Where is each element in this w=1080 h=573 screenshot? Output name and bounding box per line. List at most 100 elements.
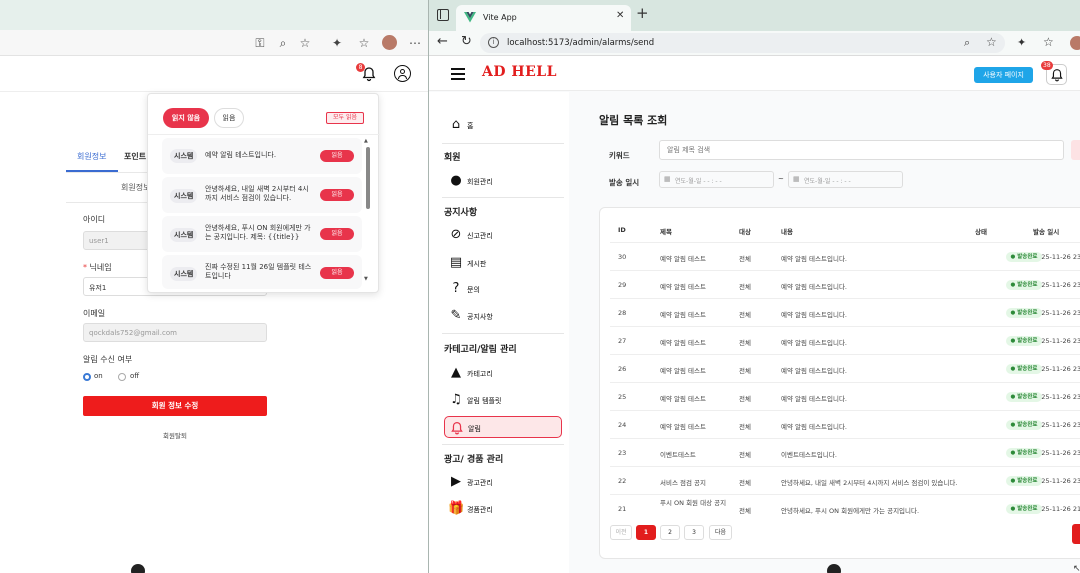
reload-icon[interactable]: ↻	[461, 34, 472, 49]
update-member-button[interactable]: 회원 정보 수정	[83, 396, 267, 416]
cell-title: 예약 알림 테스트	[660, 255, 706, 263]
prev-page-button[interactable]: 이전	[610, 525, 632, 540]
scroll-down-icon[interactable]: ▼	[364, 276, 368, 282]
notification-item[interactable]: 시스템 안녕하세요, 푸시 ON 회원에게만 가는 공지입니다. 제목: {{t…	[162, 216, 362, 252]
cell-content: 예약 알림 테스트입니다.	[781, 423, 847, 431]
send-alarm-button[interactable]: 등	[1072, 524, 1080, 544]
page-2-button[interactable]: 2	[660, 525, 680, 540]
sidebar-item-alarm-template[interactable]: ♫ 알림 템플릿	[444, 389, 562, 411]
notification-item[interactable]: 시스템 진짜 수정된 11월 26일 템플릿 테스트입니다 읽음	[162, 255, 362, 289]
key-icon[interactable]: ⚿	[253, 36, 267, 50]
table-row[interactable]: 24예약 알림 테스트전체예약 알림 테스트입니다.2025-11-26 23:…	[610, 410, 1080, 438]
profile-avatar[interactable]	[382, 35, 397, 50]
tab-member-info[interactable]: 회원정보	[77, 151, 106, 162]
star-icon[interactable]: ☆	[298, 36, 312, 50]
sidebar-item-inquiry[interactable]: ? 문의	[444, 278, 562, 300]
status-badge: ● 발송완료	[1006, 336, 1042, 346]
shapes-icon: ▲	[451, 365, 461, 380]
keyword-search-input[interactable]	[659, 140, 1064, 160]
page-3-button[interactable]: 3	[684, 525, 704, 540]
withdraw-link[interactable]: 회원탈퇴	[163, 430, 187, 440]
read-all-button[interactable]: 모두 읽음	[326, 112, 364, 124]
radio-off[interactable]	[118, 373, 126, 381]
table-row[interactable]: 21 푸시 ON 회원 대상 공지 전체 안녕하세요, 푸시 ON 회원에게만 가는 …	[610, 494, 1080, 522]
back-icon[interactable]: ←	[437, 34, 448, 49]
extensions-icon[interactable]: ✦	[1017, 36, 1026, 49]
zoom-icon[interactable]: ⌕	[964, 36, 970, 50]
table-row[interactable]: 27예약 알림 테스트전체예약 알림 테스트입니다.2025-11-26 23:…	[610, 326, 1080, 354]
notification-text: 안녕하세요, 푸시 ON 회원에게만 가는 공지입니다. 제목: {{title…	[205, 224, 311, 241]
sidebar-item-label: 알림 템플릿	[467, 397, 502, 405]
address-bar[interactable]: i localhost:5173/admin/alarms/send ⌕ ☆	[480, 33, 1005, 53]
left-browser-window: ⚿ ⌕ ☆ ✦ ☆ ⋯ 8 회원정보 포인트 회원정보 아이디 user1 * …	[0, 0, 428, 573]
sidebar-item-report[interactable]: ⊘ 신고관리	[444, 224, 562, 246]
table-row[interactable]: 28예약 알림 테스트전체예약 알림 테스트입니다.2025-11-26 23:…	[610, 298, 1080, 326]
mark-read-button[interactable]: 읽음	[320, 267, 354, 279]
tab-points[interactable]: 포인트	[124, 151, 146, 162]
scrollbar-thumb[interactable]	[366, 147, 370, 209]
tab-unread[interactable]: 읽지 않음	[163, 108, 209, 128]
sidebar-section-ad-prize: 광고/ 경품 관리	[444, 455, 504, 465]
cell-id: 22	[618, 477, 627, 485]
close-tab-icon[interactable]: ✕	[616, 10, 624, 21]
popup-scrollbar[interactable]: ▲ ▼	[364, 138, 370, 284]
user-page-button[interactable]: 사용자 페이지	[974, 67, 1033, 83]
notification-bell-button[interactable]: 38	[1041, 61, 1067, 85]
start-date-input[interactable]: ▦ 연도-월-일 - - : - -	[659, 171, 774, 188]
table-row[interactable]: 30예약 알림 테스트전체예약 알림 테스트입니다.2025-11-26 23:…	[610, 242, 1080, 270]
sidebar-item-notice[interactable]: ✎ 공지사항	[444, 305, 562, 327]
favorites-icon[interactable]: ☆	[1043, 35, 1054, 49]
tab-read[interactable]: 읽음	[214, 108, 244, 128]
end-date-input[interactable]: ▦ 연도-월-일 - - : - -	[788, 171, 903, 188]
cell-id: 30	[618, 253, 627, 261]
extensions-icon[interactable]: ✦	[330, 36, 344, 50]
page-1-button[interactable]: 1	[636, 525, 656, 540]
sidebar-item-alarm[interactable]: 알림	[444, 416, 562, 438]
sidebar-item-board[interactable]: ▤ 게시판	[444, 252, 562, 274]
sidebar-item-label: 신고관리	[467, 232, 493, 240]
sidebar-item-member-manage[interactable]: ● 회원관리	[444, 170, 562, 192]
url-text[interactable]: localhost:5173/admin/alarms/send	[507, 38, 654, 48]
gift-icon: 🎁	[448, 501, 465, 516]
tab-actions-icon[interactable]	[437, 9, 449, 21]
cell-title: 예약 알림 테스트	[660, 339, 706, 347]
new-tab-icon[interactable]: +	[636, 4, 649, 22]
hamburger-menu-icon[interactable]	[451, 68, 465, 70]
table-row[interactable]: 23이벤트테스트전체이벤트테스트입니다.2025-11-26 23:4● 발송완…	[610, 438, 1080, 466]
bookmark-star-icon[interactable]: ☆	[986, 35, 997, 49]
next-page-button[interactable]: 다음	[709, 525, 732, 540]
site-info-icon[interactable]: i	[488, 37, 499, 48]
mark-read-button[interactable]: 읽음	[320, 189, 354, 201]
notification-count-badge: 8	[356, 63, 365, 72]
zoom-icon[interactable]: ⌕	[276, 36, 290, 50]
sidebar-item-label: 카테고리	[467, 370, 493, 378]
sidebar-item-ad-manage[interactable]: ▶ 광고관리	[444, 471, 562, 493]
more-icon[interactable]: ⋯	[408, 36, 422, 50]
table-header: ID 제목 대상 내용 상태 발송 일시	[610, 216, 1080, 242]
brand-logo[interactable]: AD HELL	[482, 64, 557, 80]
browser-tab-vite-app[interactable]: Vite App ✕	[456, 5, 631, 31]
cell-content: 예약 알림 테스트입니다.	[781, 283, 847, 291]
favorites-icon[interactable]: ☆	[357, 36, 371, 50]
id-label: 아이디	[83, 215, 106, 224]
profile-avatar[interactable]	[1070, 36, 1080, 50]
sidebar-item-prize-manage[interactable]: 🎁 경품관리	[444, 498, 562, 520]
notification-item[interactable]: 시스템 예약 알림 테스트입니다. 읽음	[162, 138, 362, 174]
sidebar-item-home[interactable]: ⌂ 홈	[444, 114, 562, 136]
table-row[interactable]: 29예약 알림 테스트전체예약 알림 테스트입니다.2025-11-26 23:…	[610, 270, 1080, 298]
vue-devtools-icon[interactable]	[131, 564, 145, 573]
notification-bell-button[interactable]: 8	[356, 63, 378, 83]
mark-read-button[interactable]: 읽음	[320, 150, 354, 162]
table-row[interactable]: 26예약 알림 테스트전체예약 알림 테스트입니다.2025-11-26 23:…	[610, 354, 1080, 382]
table-row[interactable]: 22 서비스 점검 공지 전체 안녕하세요, 내일 새벽 2시부터 4시까지 서비스 …	[610, 466, 1080, 494]
mark-read-button[interactable]: 읽음	[320, 228, 354, 240]
scroll-up-icon[interactable]: ▲	[364, 138, 368, 144]
header-title: 제목	[660, 228, 672, 236]
vue-devtools-icon[interactable]	[827, 564, 841, 573]
sidebar-item-category[interactable]: ▲ 카테고리	[444, 362, 562, 384]
account-icon[interactable]	[394, 65, 411, 82]
search-button[interactable]	[1071, 140, 1080, 160]
radio-on[interactable]	[83, 373, 91, 381]
table-row[interactable]: 25예약 알림 테스트전체예약 알림 테스트입니다.2025-11-26 23:…	[610, 382, 1080, 410]
notification-item[interactable]: 시스템 안녕하세요, 내일 새벽 2시부터 4시까지 서비스 점검이 있습니다.…	[162, 177, 362, 213]
